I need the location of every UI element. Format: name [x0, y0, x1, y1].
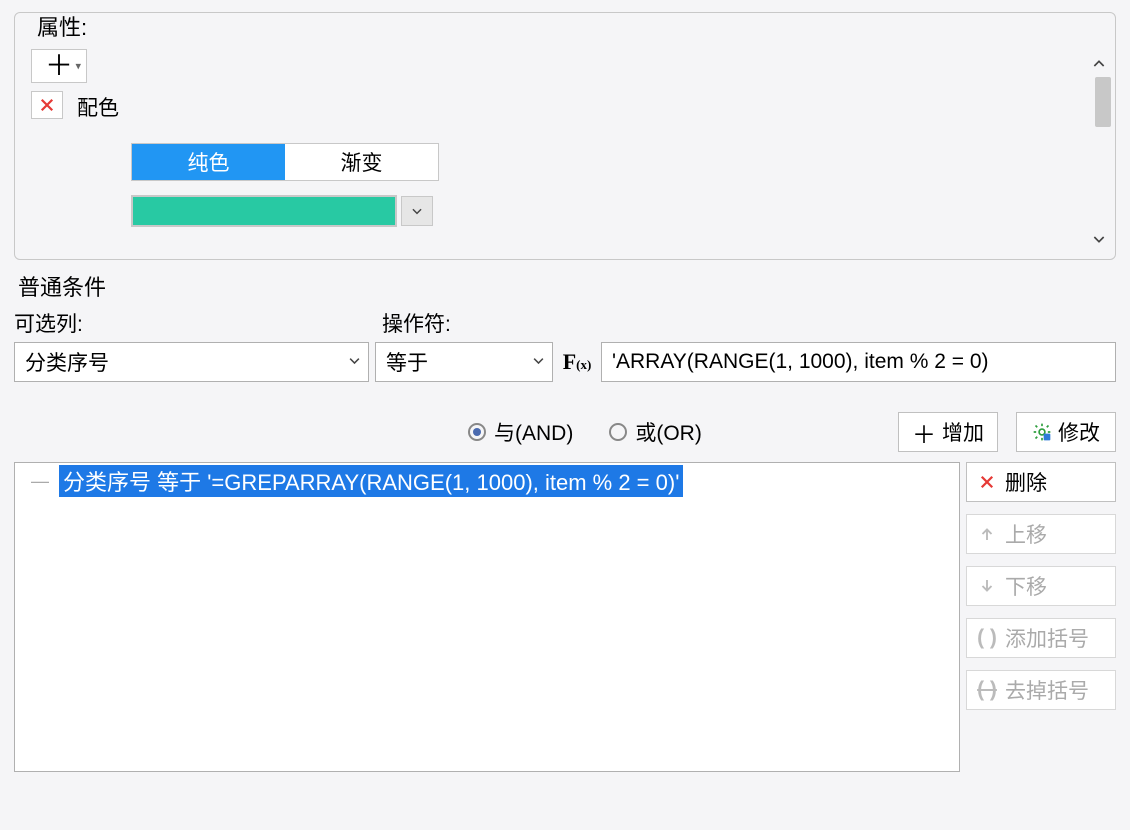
chevron-down-icon — [531, 353, 546, 372]
operator-label: 操作符: — [382, 308, 451, 338]
delete-property-button[interactable] — [31, 91, 63, 119]
delete-button[interactable]: 删除 — [966, 462, 1116, 502]
remove-bracket-label: 去掉括号 — [1005, 675, 1089, 705]
radio-icon — [468, 423, 486, 441]
chevron-down-icon — [410, 204, 424, 218]
scroll-down-button[interactable] — [1091, 230, 1107, 253]
formula-icon: F(x) — [563, 349, 592, 375]
label-row: 可选列: 操作符: — [14, 308, 1116, 338]
conditions-panel: 普通条件 可选列: 操作符: 分类序号 等于 F(x) 'ARRAY(RANGE… — [14, 270, 1116, 772]
color-dropdown-button[interactable] — [401, 196, 433, 226]
add-bracket-button[interactable]: ( ) 添加括号 — [966, 618, 1116, 658]
chevron-up-icon — [1091, 56, 1107, 72]
scrollbar-thumb[interactable] — [1095, 77, 1111, 127]
properties-title: 属性: — [31, 12, 93, 42]
column-select-value: 分类序号 — [25, 347, 109, 377]
tree-item-text: 分类序号 等于 '=GREPARRAY(RANGE(1, 1000), item… — [59, 465, 683, 497]
color-picker-row — [131, 195, 433, 227]
conditions-tree[interactable]: — 分类序号 等于 '=GREPARRAY(RANGE(1, 1000), it… — [14, 462, 960, 772]
tab-gradient-color[interactable]: 渐变 — [285, 144, 438, 180]
column-select[interactable]: 分类序号 — [14, 342, 369, 382]
move-up-button[interactable]: 上移 — [966, 514, 1116, 554]
bracket-icon: ( ) — [977, 626, 997, 650]
logic-radios: 与(AND) 或(OR) — [468, 417, 702, 447]
caret-down-icon: ▾ — [75, 60, 81, 73]
add-button-label: 增加 — [942, 417, 984, 447]
tree-item[interactable]: — 分类序号 等于 '=GREPARRAY(RANGE(1, 1000), it… — [25, 467, 949, 495]
remove-bracket-button[interactable]: ( ) 去掉括号 — [966, 670, 1116, 710]
chevron-down-icon — [347, 353, 362, 372]
radio-and[interactable]: 与(AND) — [468, 417, 573, 447]
delete-button-label: 删除 — [1005, 467, 1047, 497]
config-row: 配色 纯色 渐变 — [25, 91, 1105, 216]
add-condition-button[interactable]: ＋ 增加 — [898, 412, 998, 452]
gear-icon — [1032, 422, 1052, 442]
arrow-up-icon — [977, 525, 997, 543]
radio-icon — [609, 423, 627, 441]
plus-icon: ＋ — [45, 52, 73, 80]
close-icon — [38, 96, 56, 114]
logic-row: 与(AND) 或(OR) ＋ 增加 修改 — [14, 412, 1116, 452]
tree-connector-icon: — — [31, 471, 49, 492]
modify-button-label: 修改 — [1058, 417, 1100, 447]
side-buttons: 删除 上移 下移 ( ) 添加括号 ( ) — [966, 462, 1116, 772]
move-down-button[interactable]: 下移 — [966, 566, 1116, 606]
plus-icon: ＋ — [912, 415, 936, 450]
chevron-down-icon — [1091, 231, 1107, 247]
formula-value: 'ARRAY(RANGE(1, 1000), item % 2 = 0) — [612, 350, 989, 374]
color-mode-tabs: 纯色 渐变 — [131, 143, 439, 181]
scroll-up-button[interactable] — [1091, 55, 1107, 78]
formula-button[interactable]: F(x) — [559, 344, 595, 380]
config-label: 配色 — [77, 92, 119, 122]
properties-panel: 属性: ＋ ▾ 配色 纯色 渐变 — [14, 12, 1116, 260]
close-icon — [977, 473, 997, 491]
remove-bracket-icon: ( ) — [977, 678, 997, 702]
radio-or-label: 或(OR) — [635, 417, 702, 447]
operator-select[interactable]: 等于 — [375, 342, 553, 382]
conditions-title: 普通条件 — [18, 270, 1116, 302]
modify-condition-button[interactable]: 修改 — [1016, 412, 1116, 452]
tab-solid-color[interactable]: 纯色 — [132, 144, 285, 180]
radio-or[interactable]: 或(OR) — [609, 417, 702, 447]
operator-select-value: 等于 — [386, 347, 428, 377]
color-swatch[interactable] — [131, 195, 397, 227]
columns-label: 可选列: — [14, 308, 382, 338]
add-bracket-label: 添加括号 — [1005, 623, 1089, 653]
radio-and-label: 与(AND) — [494, 417, 573, 447]
move-up-label: 上移 — [1005, 519, 1047, 549]
add-property-button[interactable]: ＋ ▾ — [31, 49, 87, 83]
arrow-down-icon — [977, 577, 997, 595]
formula-input[interactable]: 'ARRAY(RANGE(1, 1000), item % 2 = 0) — [601, 342, 1116, 382]
selector-row: 分类序号 等于 F(x) 'ARRAY(RANGE(1, 1000), item… — [14, 342, 1116, 382]
move-down-label: 下移 — [1005, 571, 1047, 601]
conditions-body: — 分类序号 等于 '=GREPARRAY(RANGE(1, 1000), it… — [14, 462, 1116, 772]
